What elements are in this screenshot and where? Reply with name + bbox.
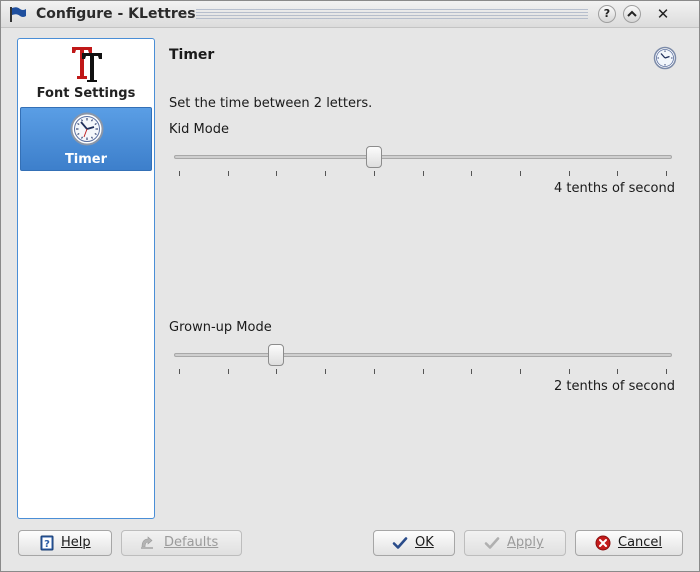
slider-groove[interactable] (174, 353, 672, 357)
page-description: Set the time between 2 letters. (169, 96, 373, 111)
slider-tick (179, 171, 180, 176)
slider-tick (519, 171, 521, 176)
check-icon (484, 537, 500, 549)
slider-tick (568, 369, 570, 374)
defaults-button[interactable]: Defaults (121, 530, 242, 556)
svg-text:?: ? (44, 539, 50, 550)
slider-tick (471, 171, 473, 176)
check-icon (392, 537, 408, 549)
ok-button-label: OK (415, 535, 434, 550)
page-list: Font Settings Timer (17, 38, 155, 519)
slider-handle[interactable] (268, 344, 285, 366)
help-book-icon: ? (40, 535, 54, 551)
slider-tick (471, 369, 473, 374)
slider-tick (227, 171, 229, 176)
cancel-button-label: Cancel (618, 535, 663, 550)
help-button-label: Help (61, 535, 91, 550)
help-button[interactable]: ? Help (18, 530, 112, 556)
sidebar-item-timer[interactable]: Timer (20, 107, 152, 171)
slider-tick (568, 171, 570, 176)
defaults-icon (141, 536, 153, 549)
cancel-icon (595, 535, 611, 551)
slider-groove[interactable] (174, 155, 672, 159)
apply-button-label: Apply (507, 535, 544, 550)
slider-tick (325, 369, 327, 374)
slider-ticks (174, 171, 672, 177)
flag-icon (10, 7, 26, 22)
cancel-button[interactable]: Cancel (575, 530, 683, 556)
slider-handle[interactable] (365, 146, 382, 168)
slider-tick (666, 171, 667, 176)
ok-button[interactable]: OK (373, 530, 455, 556)
title-decoration (196, 9, 588, 21)
slider-tick (373, 369, 375, 374)
window-title: Configure - KLettres (36, 6, 196, 22)
slider-tick (422, 171, 424, 176)
page-title: Timer (169, 47, 215, 63)
clock-icon (653, 46, 677, 70)
window-shade-button[interactable] (623, 5, 641, 23)
kid-mode-label: Kid Mode (169, 122, 229, 137)
kid-mode-value: 4 tenths of second (553, 181, 675, 196)
kid-mode-slider[interactable] (174, 144, 672, 177)
window-close-button[interactable]: ✕ (654, 5, 672, 23)
slider-tick (227, 369, 229, 374)
grownup-mode-label: Grown-up Mode (169, 320, 272, 335)
sidebar-item-label: Font Settings (36, 86, 136, 101)
font-tt-icon (72, 47, 102, 82)
apply-button[interactable]: Apply (464, 530, 566, 556)
window-help-button[interactable]: ? (598, 5, 616, 23)
slider-tick (617, 171, 619, 176)
sidebar-item-label: Timer (64, 152, 108, 167)
slider-tick (617, 369, 619, 374)
slider-tick (666, 369, 667, 374)
slider-tick (373, 171, 375, 176)
sidebar-item-font-settings[interactable]: Font Settings (20, 42, 152, 106)
slider-tick (519, 369, 521, 374)
title-bar[interactable]: Configure - KLettres ? ✕ (1, 1, 699, 28)
slider-ticks (174, 369, 672, 375)
slider-tick (276, 369, 278, 374)
clock-icon (70, 112, 104, 146)
defaults-button-label: Defaults (164, 535, 219, 550)
slider-tick (325, 171, 327, 176)
slider-tick (422, 369, 424, 374)
grownup-mode-value: 2 tenths of second (553, 379, 675, 394)
slider-tick (276, 171, 278, 176)
grownup-mode-slider[interactable] (174, 342, 672, 375)
configure-dialog: Configure - KLettres ? ✕ Font Settings T… (0, 0, 700, 572)
chevron-up-icon (627, 10, 637, 17)
slider-tick (179, 369, 180, 374)
